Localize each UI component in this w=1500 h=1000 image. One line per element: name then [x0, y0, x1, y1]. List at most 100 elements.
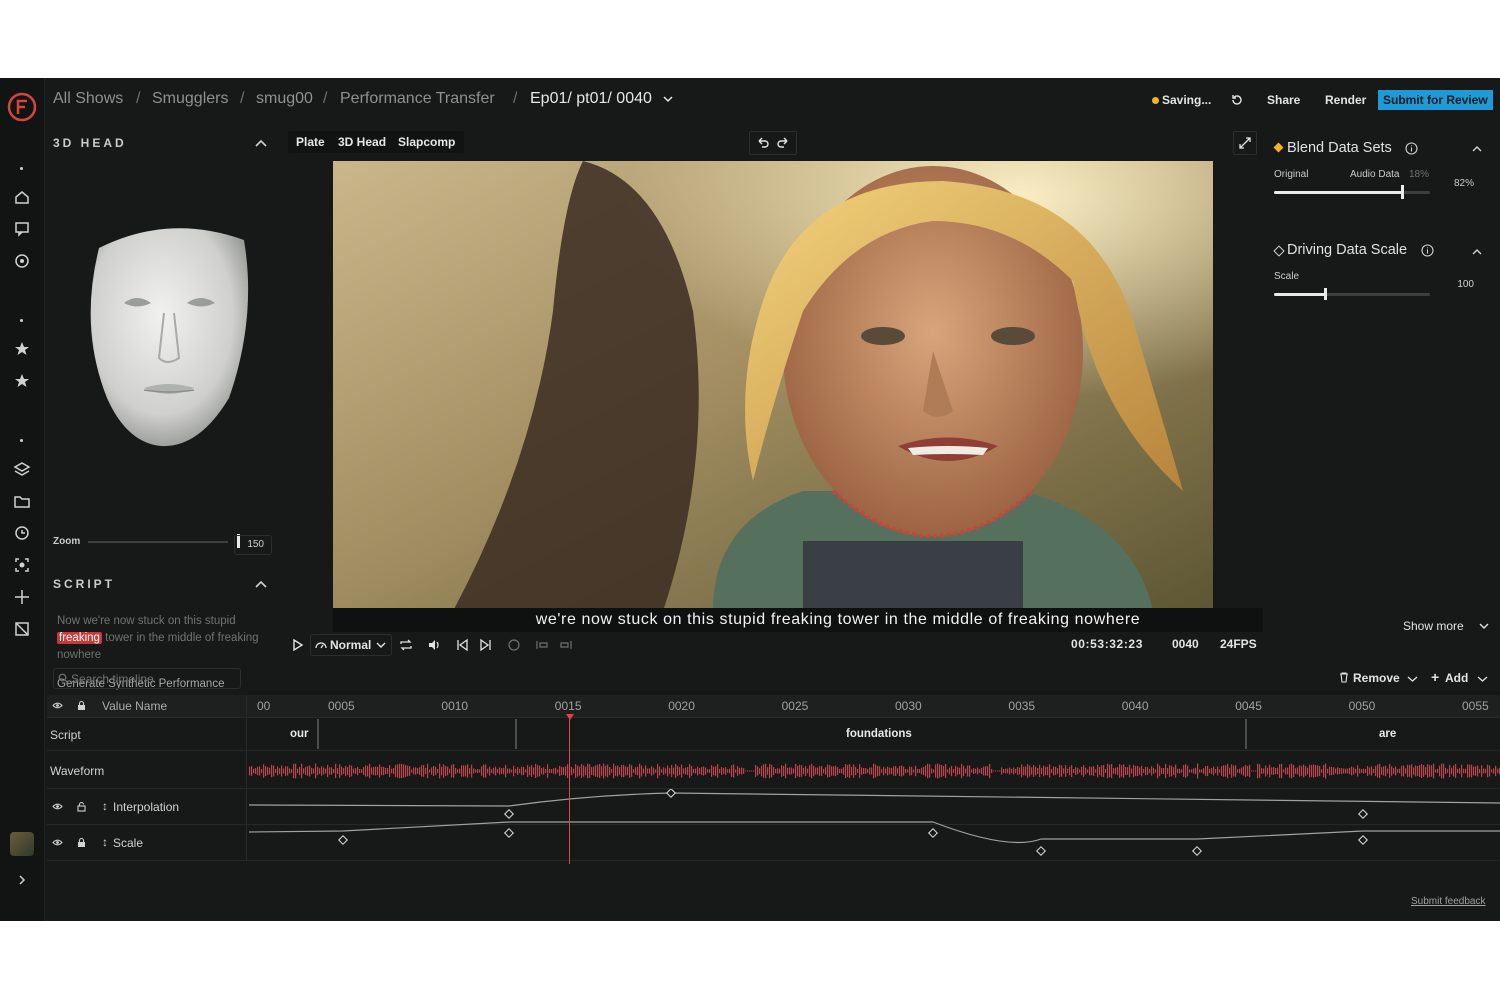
- expand-rail-icon[interactable]: [15, 873, 29, 887]
- keyframe-marker[interactable]: [927, 827, 939, 839]
- waveform-track[interactable]: [249, 755, 1500, 787]
- frame-number: 0040: [1172, 637, 1199, 651]
- remove-button[interactable]: Remove: [1353, 671, 1400, 685]
- waveform-bar: [1221, 766, 1223, 776]
- video-preview[interactable]: [333, 161, 1213, 611]
- volume-icon[interactable]: [427, 638, 441, 652]
- step-forward-icon[interactable]: [479, 638, 493, 652]
- play-icon[interactable]: [290, 638, 304, 652]
- waveform-bar: [1383, 766, 1385, 776]
- info-icon[interactable]: [1421, 244, 1434, 257]
- target-icon[interactable]: [13, 252, 31, 270]
- script-text[interactable]: Now we're now stuck on this stupid freak…: [57, 613, 272, 664]
- breadcrumb-current-shot[interactable]: Ep01/ pt01/ 0040: [530, 90, 652, 108]
- add-button[interactable]: Add: [1445, 671, 1468, 685]
- mark-in-icon[interactable]: [535, 638, 549, 652]
- mark-out-icon[interactable]: [559, 638, 573, 652]
- script-word[interactable]: our: [290, 728, 309, 740]
- star-icon[interactable]: [13, 340, 31, 358]
- waveform-bar: [749, 770, 751, 772]
- 3d-head-model[interactable]: [79, 218, 259, 453]
- unlock-icon[interactable]: [76, 801, 87, 812]
- breadcrumb-all-shows[interactable]: All Shows: [53, 90, 123, 108]
- keyframe-marker[interactable]: [665, 789, 677, 799]
- breadcrumb-smug00[interactable]: smug00: [256, 90, 313, 108]
- collapse-blend-icon[interactable]: [1471, 144, 1483, 153]
- chevron-down-icon[interactable]: [663, 95, 673, 103]
- lock-icon[interactable]: [76, 837, 87, 848]
- blend-slider-handle[interactable]: [1400, 185, 1404, 199]
- collapse-script-icon[interactable]: [254, 579, 268, 589]
- waveform-bar: [1123, 764, 1125, 778]
- waveform-bar: [959, 767, 961, 775]
- search-timeline-box[interactable]: [53, 668, 241, 689]
- playhead-handle[interactable]: [566, 714, 574, 720]
- scale-slider-handle[interactable]: [1324, 288, 1328, 300]
- move-icon[interactable]: [13, 588, 31, 606]
- info-icon[interactable]: [507, 638, 521, 652]
- submit-feedback-link[interactable]: Submit feedback: [1411, 896, 1486, 907]
- collapse-head-icon[interactable]: [254, 138, 268, 148]
- keyframe-marker[interactable]: [1035, 845, 1047, 857]
- search-timeline-input[interactable]: [69, 670, 238, 687]
- tab-plate[interactable]: Plate: [296, 135, 325, 149]
- comment-icon[interactable]: [13, 220, 31, 238]
- tab-slapcomp[interactable]: Slapcomp: [398, 135, 455, 149]
- keyframe-marker[interactable]: [1191, 845, 1203, 857]
- waveform-bar: [1417, 766, 1419, 776]
- app-logo[interactable]: [7, 92, 37, 122]
- eye-icon[interactable]: [52, 700, 63, 711]
- scale-value-field[interactable]: 100: [1444, 276, 1484, 294]
- zoom-value-field[interactable]: 150: [234, 535, 272, 555]
- step-back-icon[interactable]: [455, 638, 469, 652]
- info-icon[interactable]: [1405, 142, 1418, 155]
- keyframe-marker[interactable]: [337, 834, 349, 846]
- keyframe-marker[interactable]: [1357, 808, 1369, 820]
- lock-icon[interactable]: [76, 700, 87, 711]
- chevron-down-icon[interactable]: [1407, 675, 1418, 683]
- word-boundary-marker[interactable]: [1245, 719, 1247, 749]
- breadcrumb-performance-transfer[interactable]: Performance Transfer: [340, 90, 495, 108]
- render-button[interactable]: Render: [1325, 93, 1366, 107]
- word-boundary-marker[interactable]: [515, 719, 517, 749]
- no-image-icon[interactable]: [13, 620, 31, 638]
- loop-icon[interactable]: [399, 638, 413, 652]
- word-boundary-marker[interactable]: [317, 719, 319, 749]
- show-more-button[interactable]: Show more: [1403, 619, 1464, 633]
- keyframe-marker[interactable]: [1357, 834, 1369, 846]
- folder-icon[interactable]: [13, 492, 31, 510]
- playhead[interactable]: [569, 718, 570, 864]
- user-avatar[interactable]: [10, 832, 34, 856]
- script-word[interactable]: are: [1379, 728, 1396, 740]
- eye-icon[interactable]: [52, 837, 63, 848]
- home-icon[interactable]: [13, 188, 31, 206]
- keyframe-marker[interactable]: [503, 827, 515, 839]
- star-icon[interactable]: [13, 372, 31, 390]
- waveform-bar: [1475, 766, 1477, 776]
- waveform-bar: [1413, 767, 1415, 775]
- undo-icon[interactable]: [755, 136, 769, 150]
- breadcrumb-smugglers[interactable]: Smugglers: [152, 90, 228, 108]
- clock-icon[interactable]: [13, 524, 31, 542]
- chevron-down-icon[interactable]: [1477, 675, 1488, 683]
- submit-for-review-button[interactable]: Submit for Review: [1378, 90, 1493, 110]
- zoom-slider-track[interactable]: [88, 541, 228, 543]
- face-scan-icon[interactable]: [13, 556, 31, 574]
- keyframe-marker[interactable]: [503, 808, 515, 820]
- chevron-down-icon[interactable]: [1478, 622, 1490, 631]
- layers-icon[interactable]: [13, 460, 31, 478]
- script-word[interactable]: foundations: [846, 728, 912, 740]
- curve-editor[interactable]: [249, 789, 1500, 861]
- redo-icon[interactable]: [777, 136, 791, 150]
- waveform-bar: [303, 768, 305, 774]
- waveform-bar: [1207, 765, 1209, 777]
- speed-dropdown[interactable]: Normal: [310, 634, 392, 656]
- collapse-driving-icon[interactable]: [1471, 247, 1483, 256]
- tab-3d-head[interactable]: 3D Head: [338, 135, 386, 149]
- share-button[interactable]: Share: [1267, 93, 1300, 107]
- history-icon[interactable]: [1230, 93, 1244, 107]
- eye-icon[interactable]: [52, 801, 63, 812]
- script-highlight-word[interactable]: freaking: [57, 632, 102, 644]
- waveform-bar: [257, 766, 259, 776]
- fullscreen-button[interactable]: [1233, 131, 1257, 155]
